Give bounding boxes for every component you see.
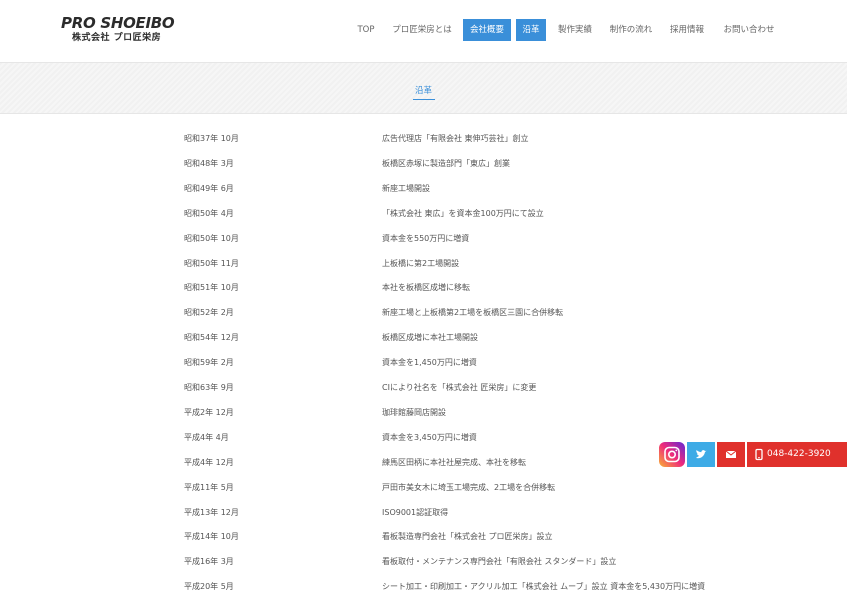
history-row: 平成2年 12月 珈琲館藤岡店開設 bbox=[0, 400, 847, 425]
history-event: 看板製造専門会社「株式会社 プロ匠栄房」設立 bbox=[382, 532, 553, 542]
history-date: 昭和54年 12月 bbox=[184, 333, 239, 343]
history-event: CIにより社名を「株式会社 匠栄房」に変更 bbox=[382, 383, 537, 392]
history-event: 板橋区赤塚に製造部門「東広」創業 bbox=[382, 158, 510, 168]
history-date: 昭和37年 10月 bbox=[184, 134, 239, 143]
phone-number: 048-422-3920 bbox=[767, 449, 831, 459]
phone-icon bbox=[755, 448, 763, 461]
history-date: 平成4年 4月 bbox=[184, 432, 229, 442]
history-event: 広告代理店「有限会社 東伸巧芸社」創立 bbox=[382, 134, 529, 143]
history-row: 昭和37年 10月 広告代理店「有限会社 東伸巧芸社」創立 bbox=[0, 126, 847, 151]
history-row: 平成16年 3月 看板取付・メンテナンス専門会社「有限会社 スタンダード」設立 bbox=[0, 549, 847, 574]
history-event: 看板取付・メンテナンス専門会社「有限会社 スタンダード」設立 bbox=[382, 557, 617, 567]
nav-item-works[interactable]: 製作実績 bbox=[555, 19, 595, 41]
nav-item-company[interactable]: 会社概要 bbox=[463, 19, 511, 41]
history-row: 平成20年 5月 シート加工・印刷加工・アクリル加工「株式会社 ムーブ」設立 資本… bbox=[0, 574, 847, 593]
nav-item-about[interactable]: プロ匠栄房とは bbox=[390, 19, 454, 41]
history-row: 昭和59年 2月 資本金を1,450万円に増資 bbox=[0, 350, 847, 375]
page-title-band: 沿革 bbox=[0, 62, 847, 114]
page-title-underline bbox=[413, 99, 435, 100]
history-event: 新座工場と上板橋第2工場を板橋区三園に合併移転 bbox=[382, 308, 564, 318]
twitter-button[interactable] bbox=[687, 442, 715, 467]
history-date: 昭和59年 2月 bbox=[184, 358, 234, 368]
twitter-icon bbox=[696, 450, 707, 459]
nav-item-history[interactable]: 沿革 bbox=[516, 19, 546, 41]
history-event: ISO9001認証取得 bbox=[382, 507, 449, 517]
history-row: 昭和54年 12月 板橋区成増に本社工場開設 bbox=[0, 325, 847, 350]
history-date: 平成13年 12月 bbox=[184, 507, 239, 517]
history-row: 昭和51年 10月 本社を板橋区成増に移転 bbox=[0, 275, 847, 300]
history-event: 戸田市美女木に埼玉工場完成、2工場を合併移転 bbox=[382, 482, 556, 492]
site-header: PRO SHOEIBO 株式会社 プロ匠栄房 TOP プロ匠栄房とは 会社概要 … bbox=[0, 0, 847, 62]
history-date: 昭和50年 10月 bbox=[184, 233, 239, 243]
history-row: 昭和63年 9月 CIにより社名を「株式会社 匠栄房」に変更 bbox=[0, 375, 847, 400]
history-date: 平成16年 3月 bbox=[184, 557, 234, 567]
history-row: 平成11年 5月 戸田市美女木に埼玉工場完成、2工場を合併移転 bbox=[0, 475, 847, 500]
history-date: 平成2年 12月 bbox=[184, 407, 234, 417]
history-event: 練馬区田柄に本社社屋完成、本社を移転 bbox=[382, 457, 526, 467]
history-date: 平成4年 12月 bbox=[184, 457, 234, 467]
history-event: 資本金を3,450万円に増資 bbox=[382, 432, 477, 442]
nav-item-contact[interactable]: お問い合わせ bbox=[719, 19, 779, 41]
page-title: 沿革 bbox=[414, 86, 432, 96]
history-event: 珈琲館藤岡店開設 bbox=[382, 407, 446, 417]
history-date: 昭和48年 3月 bbox=[184, 158, 234, 168]
history-event: 本社を板橋区成増に移転 bbox=[382, 283, 470, 293]
mail-button[interactable] bbox=[717, 442, 745, 467]
history-date: 昭和51年 10月 bbox=[184, 283, 239, 293]
phone-button[interactable]: 048-422-3920 bbox=[747, 442, 847, 467]
main-nav: TOP プロ匠栄房とは 会社概要 沿革 製作実績 制作の流れ 採用情報 お問い合… bbox=[0, 19, 847, 41]
instagram-icon bbox=[664, 446, 680, 463]
history-date: 昭和50年 11月 bbox=[184, 258, 239, 268]
history-row: 昭和48年 3月 板橋区赤塚に製造部門「東広」創業 bbox=[0, 151, 847, 176]
instagram-button[interactable] bbox=[659, 442, 685, 467]
history-date: 昭和49年 6月 bbox=[184, 183, 234, 193]
nav-item-top[interactable]: TOP bbox=[352, 19, 380, 41]
history-row: 平成14年 10月 看板製造専門会社「株式会社 プロ匠栄房」設立 bbox=[0, 524, 847, 549]
history-date: 昭和50年 4月 bbox=[184, 208, 234, 218]
history-date: 昭和63年 9月 bbox=[184, 383, 234, 392]
history-date: 昭和52年 2月 bbox=[184, 308, 234, 318]
history-row: 昭和50年 11月 上板橋に第2工場開設 bbox=[0, 251, 847, 276]
history-date: 平成20年 5月 bbox=[184, 582, 234, 592]
history-row: 昭和49年 6月 新座工場開設 bbox=[0, 176, 847, 201]
history-event: 資本金を550万円に増資 bbox=[382, 233, 470, 243]
nav-item-flow[interactable]: 制作の流れ bbox=[606, 19, 656, 41]
history-event: 資本金を1,450万円に増資 bbox=[382, 358, 477, 368]
history-date: 平成14年 10月 bbox=[184, 532, 239, 542]
history-event: 「株式会社 東広」を資本金100万円にて設立 bbox=[382, 208, 544, 218]
history-row: 昭和52年 2月 新座工場と上板橋第2工場を板橋区三園に合併移転 bbox=[0, 300, 847, 325]
history-row: 昭和50年 10月 資本金を550万円に増資 bbox=[0, 226, 847, 251]
history-row: 昭和50年 4月 「株式会社 東広」を資本金100万円にて設立 bbox=[0, 201, 847, 226]
history-date: 平成11年 5月 bbox=[184, 482, 234, 492]
history-event: 上板橋に第2工場開設 bbox=[382, 258, 460, 268]
nav-item-recruit[interactable]: 採用情報 bbox=[667, 19, 707, 41]
history-event: シート加工・印刷加工・アクリル加工「株式会社 ムーブ」設立 資本金を5,430万… bbox=[382, 582, 706, 592]
history-event: 板橋区成増に本社工場開設 bbox=[382, 333, 478, 343]
history-row: 平成13年 12月 ISO9001認証取得 bbox=[0, 500, 847, 525]
mail-icon bbox=[725, 450, 737, 458]
history-event: 新座工場開設 bbox=[382, 183, 430, 193]
